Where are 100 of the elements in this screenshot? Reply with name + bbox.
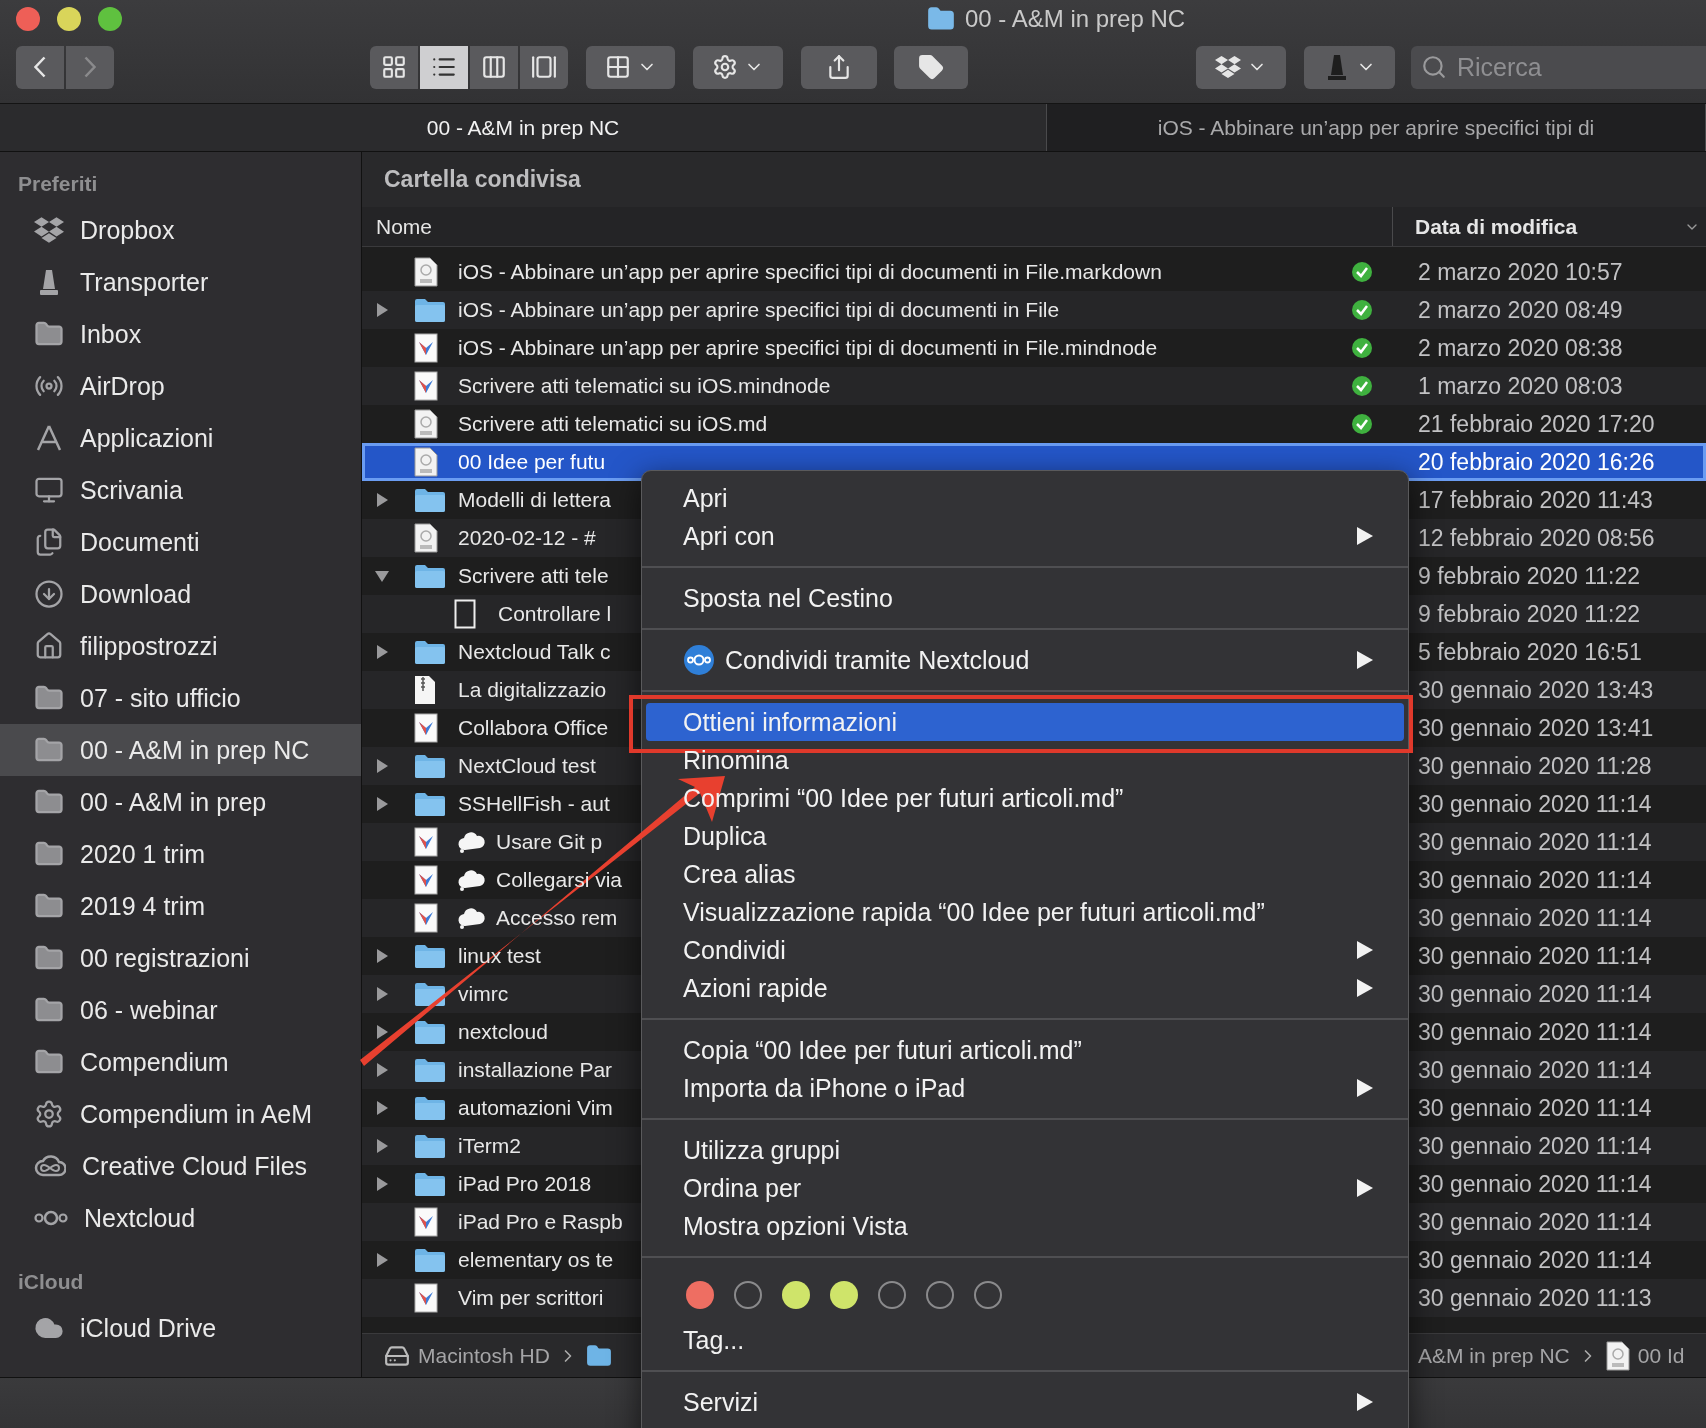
file-name[interactable]: Scrivere atti tele	[458, 564, 609, 588]
file-name[interactable]: 2020-02-12 - #	[458, 526, 596, 550]
column-header[interactable]: Nome	[362, 207, 1392, 246]
file-name[interactable]: iOS - Abbinare un’app per aprire specifici tipi di documenti in File.markdown	[458, 260, 1162, 284]
file-name[interactable]: 00 Idee per futu	[458, 450, 606, 474]
sidebar-item[interactable]: Documenti	[0, 516, 361, 568]
file-name[interactable]: Scrivere atti telematici su iOS.mindnode	[458, 374, 831, 398]
file-name[interactable]: elementary os te	[458, 1248, 614, 1272]
action-button[interactable]	[693, 45, 783, 89]
file-name[interactable]: installazione Par	[458, 1058, 613, 1082]
tag-dot[interactable]	[878, 1281, 906, 1309]
sidebar-item[interactable]: 2019 4 trim	[0, 880, 361, 932]
disclosure-triangle[interactable]	[374, 1024, 390, 1040]
menu-item[interactable]: Importa da iPhone o iPad	[646, 1069, 1404, 1107]
disclosure-triangle[interactable]	[374, 644, 390, 660]
column-header[interactable]: Data di modifica	[1392, 207, 1706, 246]
menu-item[interactable]: Sposta nel Cestino	[646, 579, 1404, 617]
gallery-view-button[interactable]	[520, 45, 568, 89]
file-name[interactable]: Controllare l	[498, 602, 612, 626]
disclosure-triangle[interactable]	[374, 1062, 390, 1078]
file-name[interactable]: La digitalizzazio	[458, 678, 607, 702]
disclosure-triangle[interactable]	[374, 1138, 390, 1154]
sidebar-item[interactable]: 00 - A&M in prep NC	[0, 724, 361, 776]
menu-item[interactable]: Utilizza gruppi	[646, 1131, 1404, 1169]
sidebar-item[interactable]: Transporter	[0, 256, 361, 308]
menu-item[interactable]: Duplica	[646, 817, 1404, 855]
disclosure-triangle[interactable]	[374, 568, 390, 584]
disclosure-triangle[interactable]	[374, 302, 390, 318]
sidebar-item[interactable]: Applicazioni	[0, 412, 361, 464]
menu-item[interactable]: Mostra opzioni Vista	[646, 1207, 1404, 1245]
menu-item[interactable]: Condividi tramite Nextcloud	[646, 641, 1404, 679]
sidebar-item[interactable]: Compendium in AeM	[0, 1088, 361, 1140]
menu-item[interactable]: Visualizzazione rapida “00 Idee per futuri articoli.md”	[646, 893, 1404, 931]
zoom-button[interactable]	[98, 7, 122, 31]
disclosure-triangle[interactable]	[374, 758, 390, 774]
sidebar-item[interactable]: iCloud Drive	[0, 1302, 361, 1354]
sidebar-item[interactable]: filippostrozzi	[0, 620, 361, 672]
file-name[interactable]: Modelli di lettera	[458, 488, 611, 512]
list-view-button[interactable]	[420, 45, 468, 89]
menu-item[interactable]: Apri	[646, 479, 1404, 517]
file-name[interactable]: vimrc	[458, 982, 509, 1006]
path-item[interactable]: Macintosh HD	[418, 1343, 550, 1368]
file-name[interactable]: iPad Pro 2018	[458, 1172, 592, 1196]
file-name[interactable]: NextCloud test	[458, 754, 596, 778]
disclosure-triangle[interactable]	[374, 986, 390, 1002]
menu-item[interactable]: Rinomina	[646, 741, 1404, 779]
tab[interactable]: 00 - A&M in prep NC	[0, 104, 1047, 151]
file-name[interactable]: Vim per scrittori	[458, 1286, 604, 1310]
menu-item[interactable]: Tag...	[646, 1321, 1404, 1359]
sidebar-item[interactable]: Creative Cloud Files	[0, 1140, 361, 1192]
file-name[interactable]: automazioni Vim	[458, 1096, 613, 1120]
file-name[interactable]: iOS - Abbinare un’app per aprire specifici tipi di documenti in File.mindnode	[458, 336, 1158, 360]
sidebar-item[interactable]: 2020 1 trim	[0, 828, 361, 880]
sidebar-item[interactable]: AirDrop	[0, 360, 361, 412]
file-name[interactable]: iTerm2	[458, 1134, 521, 1158]
path-item[interactable]: A&M in prep NC	[1418, 1343, 1570, 1368]
file-name[interactable]: Collabora Office	[458, 716, 609, 740]
tag-button[interactable]	[894, 45, 968, 89]
menu-item[interactable]: Copia “00 Idee per futuri articoli.md”	[646, 1031, 1404, 1069]
tag-dot[interactable]	[926, 1281, 954, 1309]
share-button[interactable]	[801, 45, 877, 89]
file-name[interactable]: Usare Git p	[496, 830, 603, 854]
sidebar-item[interactable]: 00 registrazioni	[0, 932, 361, 984]
dropbox-button[interactable]	[1196, 45, 1286, 89]
sidebar-item[interactable]: Dropbox	[0, 204, 361, 256]
menu-item[interactable]: Azioni rapide	[646, 969, 1404, 1007]
tag-dot[interactable]	[830, 1281, 858, 1309]
sidebar-item[interactable]: Nextcloud	[0, 1192, 361, 1244]
disclosure-triangle[interactable]	[374, 1100, 390, 1116]
file-name[interactable]: nextcloud	[458, 1020, 548, 1044]
file-name[interactable]: Scrivere atti telematici su iOS.md	[458, 412, 768, 436]
tag-dot[interactable]	[974, 1281, 1002, 1309]
pen-button[interactable]	[1304, 45, 1395, 89]
menu-item[interactable]: Condividi	[646, 931, 1404, 969]
sidebar-item[interactable]: 00 - A&M in prep	[0, 776, 361, 828]
file-name[interactable]: SSHellFish - aut	[458, 792, 610, 816]
menu-item[interactable]: Crea alias	[646, 855, 1404, 893]
menu-item[interactable]: Ottieni informazioni	[646, 703, 1404, 741]
search-field[interactable]: Ricerca	[1411, 45, 1706, 89]
tag-dot[interactable]	[734, 1281, 762, 1309]
close-button[interactable]	[16, 7, 40, 31]
sidebar-item[interactable]: Compendium	[0, 1036, 361, 1088]
menu-item[interactable]: Apri con	[646, 517, 1404, 555]
sidebar-item[interactable]: Download	[0, 568, 361, 620]
tag-dot[interactable]	[686, 1281, 714, 1309]
disclosure-triangle[interactable]	[374, 1176, 390, 1192]
back-button[interactable]	[16, 45, 64, 89]
tag-dot[interactable]	[782, 1281, 810, 1309]
icon-view-button[interactable]	[370, 45, 418, 89]
path-item[interactable]: 00 Id	[1637, 1343, 1685, 1368]
file-name[interactable]: iOS - Abbinare un’app per aprire specifici tipi di documenti in File	[458, 298, 1060, 322]
sidebar-item[interactable]: Scrivania	[0, 464, 361, 516]
disclosure-triangle[interactable]	[374, 492, 390, 508]
minimize-button[interactable]	[57, 7, 81, 31]
sidebar-item[interactable]: Inbox	[0, 308, 361, 360]
group-button[interactable]	[586, 45, 675, 89]
menu-item[interactable]: Ordina per	[646, 1169, 1404, 1207]
file-name[interactable]: iPad Pro e Raspb	[458, 1210, 623, 1234]
disclosure-triangle[interactable]	[374, 796, 390, 812]
disclosure-triangle[interactable]	[374, 1252, 390, 1268]
